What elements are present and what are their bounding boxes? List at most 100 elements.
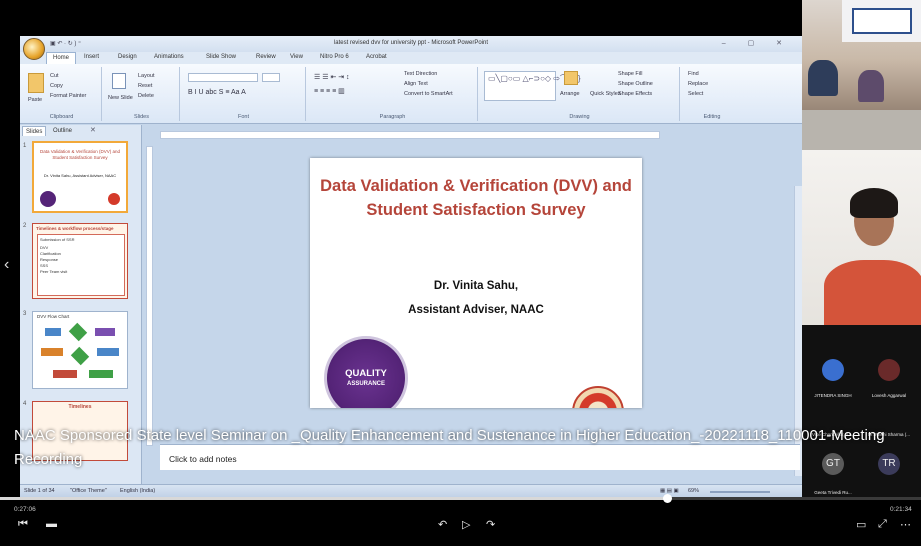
window-title: latest revised dvv for university ppt - … [333,40,489,46]
tab-home[interactable]: Home [46,52,77,64]
reset-button[interactable]: Reset [138,83,152,89]
horizontal-ruler [160,131,660,139]
tab-review[interactable]: Review [256,54,276,60]
flow-box-icon [95,328,115,336]
thumb-line: Peer Team visit [40,269,68,274]
group-label: Font [237,114,249,120]
layout-button[interactable]: Layout [138,73,155,79]
current-slide[interactable]: Data Validation & Verification (DVV) and… [310,158,642,408]
group-slides: New Slide Layout Reset Delete Slides [104,67,180,121]
seek-handle[interactable] [662,494,672,503]
participant-photo-icon [822,359,844,381]
find-button[interactable]: Find [688,71,699,77]
more-options-icon[interactable]: ⋯ [900,518,911,531]
tab-insert[interactable]: Insert [84,54,99,60]
thumb-title: DVV Flow Chart [37,314,70,319]
flow-box-icon [97,348,119,356]
participant-tile[interactable]: JITENDRA SINGH [808,355,858,400]
tab-design[interactable]: Design [118,54,137,60]
flow-box-icon [41,348,63,356]
tab-slides[interactable]: Slides [22,126,47,136]
list-buttons[interactable]: ☰ ☰ ⇤ ⇥ ↕ [314,73,350,81]
fullscreen-icon[interactable]: ⤢ [878,518,887,531]
office-button-icon[interactable] [23,38,45,60]
font-format-buttons[interactable]: B I U abc S ≡ Aa A [188,89,246,96]
theater-mode-icon[interactable]: ▭ [856,518,866,531]
shape-fill-button[interactable]: Shape Fill [618,71,642,77]
quality-assurance-logo: QUALITY ASSURANCE [324,336,408,408]
shape-effects-button[interactable]: Shape Effects [618,91,652,97]
zoom-slider[interactable] [710,491,770,493]
font-name-select[interactable] [188,73,258,82]
close-pane-icon[interactable]: ✕ [90,126,96,134]
ppt-titlebar: ▣ ↶ · ↻ ) ⁼ latest revised dvv for unive… [20,36,802,52]
paste-icon[interactable] [28,73,44,93]
person-silhouette-icon [808,60,838,96]
thumbnail-slide-3[interactable]: DVV Flow Chart [32,311,128,389]
quick-styles-button[interactable]: Quick Styles [590,91,621,97]
replace-button[interactable]: Replace [688,81,708,87]
arrange-button[interactable]: Arrange [560,91,580,97]
previous-arrow-icon[interactable]: ‹ [4,256,9,274]
tab-outline[interactable]: Outline [50,126,75,136]
skip-forward-icon[interactable]: ↷ [486,518,495,531]
group-label: Drawing [569,114,590,120]
language: English (India) [120,488,156,494]
tab-slide-show[interactable]: Slide Show [206,54,236,60]
naac-emblem-icon [572,386,624,408]
flow-box-icon [45,328,61,336]
cut-button[interactable]: Cut [50,73,59,79]
thumb-title: Data Validation & Verification (DVV) and… [40,149,120,160]
new-slide-button[interactable]: New Slide [108,95,133,101]
university-banner-icon [852,8,912,34]
rewind-icon[interactable]: ⏮ [18,518,28,531]
font-size-select[interactable] [262,73,280,82]
thumbnail-slide-2[interactable]: Timelines & workflow process/stage Submi… [32,223,128,299]
participant-photo-icon [878,359,900,381]
group-clipboard: Paste Cut Copy Format Painter Clipboard [22,67,102,121]
tab-animations[interactable]: Animations [154,54,184,60]
presenter-role: Assistant Adviser, NAAC [408,304,544,316]
logo-text-line2: ASSURANCE [346,381,385,387]
copy-button[interactable]: Copy [50,83,63,89]
elapsed-time: 0:27:06 [14,506,36,513]
thumb-line: Submission of SSR [40,237,75,242]
thumb-sub: Dr. Vinita Sahu, Assistant Adviser, NAAC [43,173,117,178]
recording-title-caption: NAAC Sponsored State level Seminar on _Q… [14,427,885,468]
seek-bar-fill [0,497,667,500]
view-buttons[interactable]: ▦ ▤ ▣ [660,488,679,494]
format-painter-button[interactable]: Format Painter [50,93,86,99]
thumb-title: Timelines & workflow process/stage [36,226,114,231]
window-controls[interactable]: – ▢ ✕ [722,39,792,47]
person-silhouette-icon [858,70,884,102]
tab-nitro[interactable]: Nitro Pro 6 [320,54,349,60]
delete-button[interactable]: Delete [138,93,154,99]
group-font: B I U abc S ≡ Aa A Font [182,67,306,121]
text-direction-button[interactable]: Text Direction [404,71,437,77]
group-label: Paragraph [379,114,406,120]
select-button[interactable]: Select [688,91,703,97]
align-text-button[interactable]: Align Text [404,81,428,87]
ribbon-tabs: Home Insert Design Animations Slide Show… [20,52,802,64]
arrange-icon[interactable] [564,71,578,85]
thumb-content: Submission of SSR DVV Clarification Resp… [37,234,125,296]
shape-outline-button[interactable]: Shape Outline [618,81,653,87]
convert-smartart-button[interactable]: Convert to SmartArt [404,91,453,97]
logo-text-line1: QUALITY [345,368,387,379]
play-icon[interactable]: ▷ [462,518,470,531]
paste-button[interactable]: Paste [28,97,42,103]
tab-acrobat[interactable]: Acrobat [366,54,387,60]
thumbnail-slide-1[interactable]: Data Validation & Verification (DVV) and… [32,141,128,213]
new-slide-icon[interactable] [112,73,126,89]
meeting-recording-player: ▣ ↶ · ↻ ) ⁼ latest revised dvv for unive… [0,0,921,546]
align-buttons[interactable]: ≡ ≡ ≡ ≡ ▥ [314,87,345,95]
seek-bar[interactable] [0,494,921,503]
skip-back-icon[interactable]: ↶ [438,518,447,531]
flow-diamond-icon [70,346,90,366]
participant-name: Lovesh Aggarwal [871,393,907,398]
tab-view[interactable]: View [290,54,303,60]
room-video-feed [802,0,921,150]
flow-box-icon [89,370,113,378]
captions-icon[interactable]: ▬ [46,518,57,530]
participant-tile[interactable]: Lovesh Aggarwal [864,355,914,400]
